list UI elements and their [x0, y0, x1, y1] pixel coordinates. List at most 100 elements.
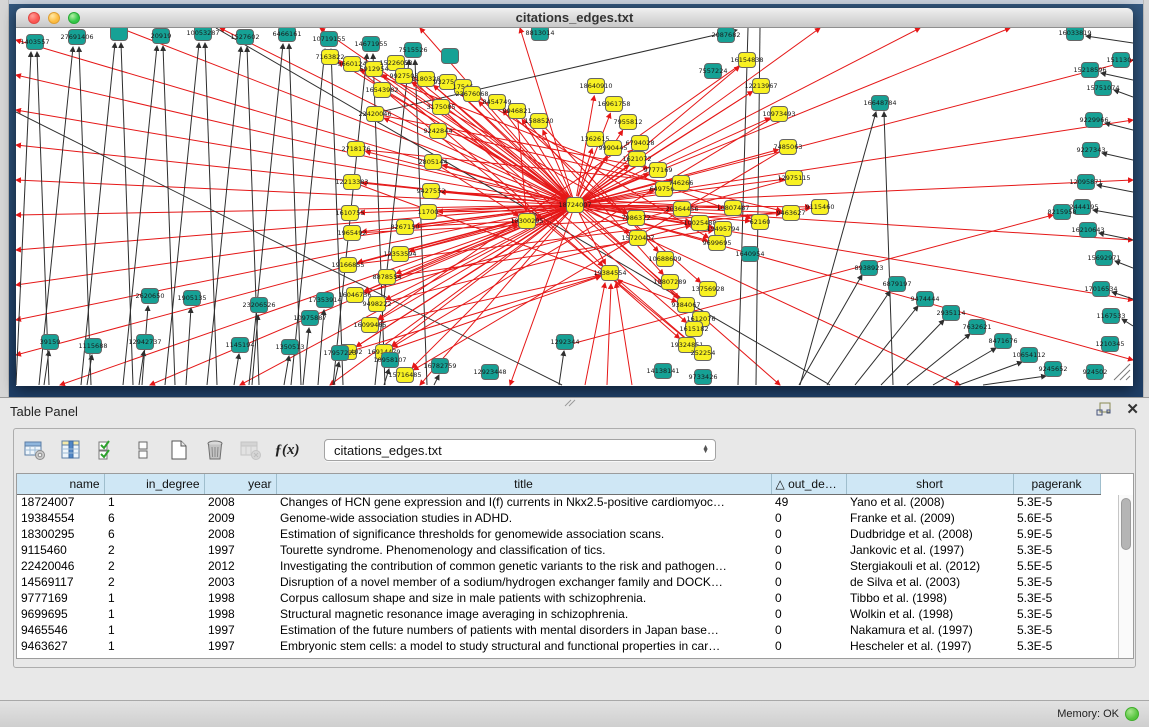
- graph-node[interactable]: 16961758: [597, 97, 630, 112]
- network-nodes[interactable]: 1872400718300295193845547163822966012459…: [21, 28, 1133, 385]
- graph-node[interactable]: 12942737: [128, 335, 161, 350]
- table-settings-icon[interactable]: [22, 437, 48, 463]
- table-row[interactable]: 969969511998Structural magnetic resonanc…: [17, 606, 1100, 622]
- select-checked-icon[interactable]: [94, 437, 120, 463]
- graph-node[interactable]: 1167533: [1097, 309, 1126, 324]
- column-header-in_degree[interactable]: in_degree: [104, 474, 204, 494]
- graph-node[interactable]: 2087682: [712, 28, 741, 43]
- table-header-row[interactable]: namein_degreeyeartitle△ out_de…shortpage…: [17, 474, 1100, 494]
- graph-node[interactable]: 12213383: [335, 175, 368, 190]
- graph-node[interactable]: 252254: [691, 346, 716, 361]
- graph-node[interactable]: 20919: [151, 29, 172, 44]
- graph-node[interactable]: 27691406: [60, 30, 93, 45]
- graph-node[interactable]: 746266: [669, 176, 694, 191]
- graph-node[interactable]: 8878554: [373, 270, 402, 285]
- table-selector-dropdown[interactable]: citations_edges.txt ▲▼: [324, 439, 716, 461]
- graph-node[interactable]: 13756928: [691, 282, 724, 297]
- column-header-year[interactable]: year: [204, 474, 276, 494]
- graph-node[interactable]: 15218596: [1073, 63, 1106, 78]
- graph-node[interactable]: 7632621: [963, 320, 992, 335]
- graph-node[interactable]: 10719155: [312, 32, 345, 47]
- graph-node[interactable]: 18640910: [579, 79, 612, 94]
- delete-table-icon[interactable]: [238, 437, 264, 463]
- memory-ok-icon[interactable]: [1125, 707, 1139, 721]
- minimize-window-icon[interactable]: [48, 12, 60, 24]
- close-window-icon[interactable]: [28, 12, 40, 24]
- graph-node[interactable]: 9229966: [1080, 113, 1109, 128]
- graph-node[interactable]: 15692971: [1087, 251, 1120, 266]
- new-file-icon[interactable]: [166, 437, 192, 463]
- graph-node[interactable]: 16154838: [730, 53, 763, 68]
- graph-node[interactable]: 9427552: [417, 184, 446, 199]
- graph-node[interactable]: 17016534: [1084, 282, 1117, 297]
- graph-node[interactable]: 8471676: [989, 334, 1018, 349]
- network-view-window[interactable]: citations_edges.txt 18724007183002951938…: [16, 8, 1133, 386]
- graph-node[interactable]: 7515526: [399, 43, 428, 58]
- graph-node[interactable]: 8813014: [526, 28, 555, 41]
- graph-node[interactable]: 9699695: [703, 236, 732, 251]
- graph-node[interactable]: 8938923: [855, 261, 884, 276]
- graph-node[interactable]: 9733426: [689, 370, 718, 385]
- graph-node[interactable]: 12975115: [777, 171, 810, 186]
- graph-node[interactable]: 1610755: [336, 206, 365, 221]
- graph-node[interactable]: 15716485: [388, 368, 421, 383]
- graph-node[interactable]: 2935114: [937, 306, 966, 321]
- graph-node[interactable]: 10688609: [648, 252, 681, 267]
- graph-node[interactable]: 6794028: [626, 136, 655, 151]
- table-row[interactable]: 911546021997Tourette syndrome. Phenomeno…: [17, 542, 1100, 558]
- graph-node[interactable]: 9242844: [424, 124, 453, 139]
- graph-node[interactable]: [111, 28, 128, 41]
- float-panel-icon[interactable]: [1096, 402, 1112, 417]
- graph-node[interactable]: 19384554: [593, 266, 626, 281]
- graph-node[interactable]: 19166855: [331, 258, 364, 273]
- graph-node[interactable]: 1403557: [21, 35, 50, 50]
- table-row[interactable]: 977716911998Corpus callosum shape and si…: [17, 590, 1100, 606]
- network-canvas[interactable]: 1872400718300295193845547163822966012459…: [16, 28, 1133, 386]
- graph-node[interactable]: 9245652: [1039, 362, 1068, 377]
- graph-node[interactable]: 924502: [1083, 365, 1108, 380]
- graph-node[interactable]: [442, 49, 459, 64]
- column-header-name[interactable]: name: [17, 474, 104, 494]
- graph-node[interactable]: 7955812: [614, 115, 643, 130]
- graph-node[interactable]: 11700: [418, 205, 439, 220]
- resize-grip[interactable]: [1114, 364, 1130, 380]
- graph-node[interactable]: 23206526: [242, 298, 275, 313]
- column-header-title[interactable]: title: [276, 474, 771, 494]
- graph-node[interactable]: 8267150: [391, 220, 420, 235]
- graph-node[interactable]: 17353914: [308, 293, 341, 308]
- panel-resize-grip[interactable]: [563, 399, 577, 407]
- graph-node[interactable]: 62160: [750, 215, 771, 230]
- graph-node[interactable]: 1588520: [525, 114, 554, 129]
- graph-node[interactable]: 9474444: [911, 292, 940, 307]
- column-header-short[interactable]: short: [846, 474, 1013, 494]
- graph-node[interactable]: 9227343: [1077, 143, 1106, 158]
- graph-node[interactable]: 12095871: [1069, 175, 1102, 190]
- graph-node[interactable]: 1115688: [79, 339, 108, 354]
- graph-node[interactable]: 14671955: [354, 37, 387, 52]
- table-row[interactable]: 1872400712008Changes of HCN gene express…: [17, 494, 1100, 510]
- graph-node[interactable]: 6879197: [883, 277, 912, 292]
- graph-node[interactable]: 1640954: [736, 247, 765, 262]
- column-header-out_degree[interactable]: △ out_de…: [771, 474, 846, 494]
- graph-node[interactable]: 2805144: [419, 155, 448, 170]
- graph-node[interactable]: 1210345: [1096, 337, 1125, 352]
- column-selection-icon[interactable]: [58, 437, 84, 463]
- graph-node[interactable]: 10654112: [1012, 348, 1045, 363]
- graph-node[interactable]: 12923448: [473, 365, 506, 380]
- graph-node[interactable]: 6466161: [273, 28, 302, 42]
- graph-node[interactable]: 10807487: [716, 201, 749, 216]
- table-row[interactable]: 1830029562008Estimation of significance …: [17, 526, 1100, 542]
- column-header-pagerank[interactable]: pagerank: [1013, 474, 1100, 494]
- network-canvas-container[interactable]: 1872400718300295193845547163822966012459…: [16, 28, 1133, 386]
- table-row[interactable]: 946554611997Estimation of the future num…: [17, 622, 1100, 638]
- graph-node[interactable]: 1527602: [231, 30, 260, 45]
- table-row[interactable]: 946362711997Embryonic stem cells: a mode…: [17, 638, 1100, 654]
- rows-icon[interactable]: [130, 437, 156, 463]
- graph-node[interactable]: 14138141: [646, 364, 679, 379]
- graph-node[interactable]: 1905135: [178, 291, 207, 306]
- table-row[interactable]: 2242004622012Investigating the contribut…: [17, 558, 1100, 574]
- graph-node[interactable]: 1292344: [551, 335, 580, 350]
- graph-node[interactable]: 15751074: [1086, 81, 1119, 96]
- graph-node[interactable]: 16033819: [1058, 28, 1091, 41]
- graph-node[interactable]: 16648784: [863, 96, 896, 111]
